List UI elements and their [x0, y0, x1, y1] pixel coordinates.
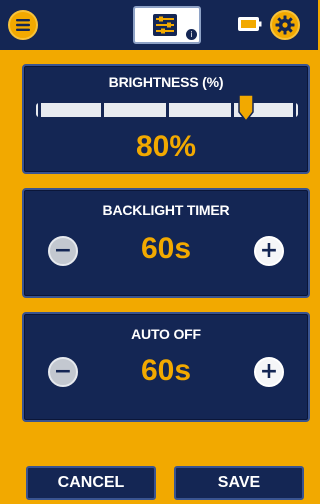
backlight-timer-increase-button[interactable]: + — [254, 236, 284, 266]
settings-button[interactable] — [270, 10, 300, 40]
top-bar: i — [0, 0, 318, 50]
auto-off-panel: AUTO OFF − 60s + — [22, 312, 310, 422]
plus-icon: + — [259, 238, 279, 263]
slider-tick — [231, 103, 234, 117]
gear-icon — [275, 15, 295, 35]
slider-tick — [166, 103, 169, 117]
cancel-button[interactable]: CANCEL — [26, 466, 156, 500]
plus-icon: + — [259, 359, 279, 384]
slider-thumb-icon[interactable] — [237, 94, 255, 122]
menu-button[interactable] — [8, 10, 38, 40]
backlight-timer-panel: BACKLIGHT TIMER − 60s + — [22, 188, 310, 298]
info-icon[interactable]: i — [186, 29, 197, 40]
brightness-value: 80% — [135, 130, 197, 163]
backlight-timer-title: BACKLIGHT TIMER — [102, 202, 230, 218]
menu-icon — [16, 19, 30, 31]
brightness-panel: BRIGHTNESS (%) 80% — [22, 64, 310, 174]
slider-tick — [38, 103, 41, 117]
slider-tick — [293, 103, 296, 117]
auto-off-increase-button[interactable]: + — [254, 357, 284, 387]
brightness-slider[interactable] — [36, 103, 298, 117]
slider-tick — [101, 103, 104, 117]
auto-off-title: AUTO OFF — [131, 326, 201, 342]
brightness-title: BRIGHTNESS (%) — [108, 74, 224, 90]
app-logo[interactable]: i — [133, 6, 201, 44]
save-button[interactable]: SAVE — [174, 466, 304, 500]
battery-icon — [238, 17, 262, 31]
